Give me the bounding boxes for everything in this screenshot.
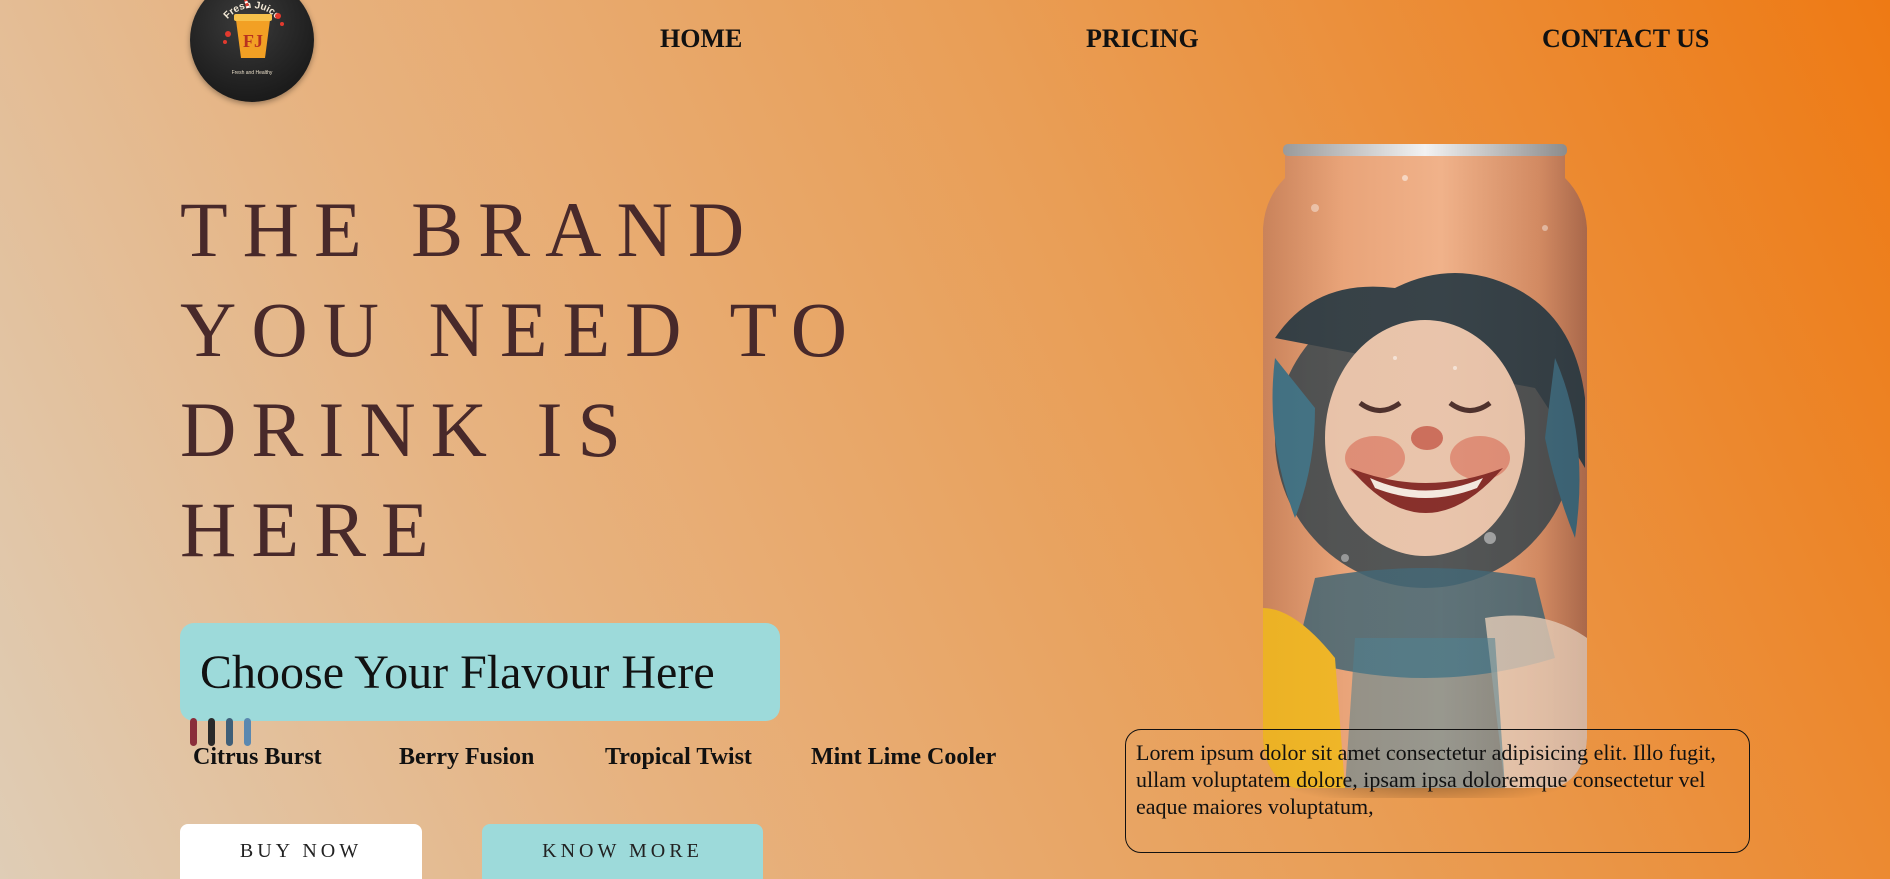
nav-home-link[interactable]: HOME — [660, 24, 742, 54]
buy-now-button[interactable]: BUY NOW — [180, 824, 422, 879]
drink-can-illustration — [1263, 144, 1587, 806]
product-description: Lorem ipsum dolor sit amet consectetur a… — [1125, 729, 1750, 853]
hero-title-line: DRINK IS — [180, 386, 636, 473]
hero-title-line: HERE — [180, 486, 444, 573]
juice-cup-icon: Fresh Juice FJ Fresh and Healthy — [222, 0, 284, 76]
product-can-image — [1255, 138, 1595, 806]
flavour-option-mint[interactable]: Mint Lime Cooler — [811, 744, 996, 771]
flavour-option-tropical[interactable]: Tropical Twist — [605, 744, 752, 771]
swatch-berry[interactable] — [208, 718, 215, 746]
nav-pricing-link[interactable]: PRICING — [1086, 24, 1199, 54]
hero-title-line: THE BRAND — [180, 186, 760, 273]
hero-title-line: YOU NEED TO — [180, 286, 863, 373]
swatch-mint[interactable] — [244, 718, 251, 746]
logo-tagline: Fresh and Healthy — [232, 70, 273, 76]
logo-monogram: FJ — [243, 31, 263, 51]
flavour-heading: Choose Your Flavour Here — [200, 645, 715, 699]
flavour-heading-box: Choose Your Flavour Here — [180, 623, 780, 721]
flavour-swatches — [190, 718, 251, 746]
know-more-button[interactable]: KNOW MORE — [482, 824, 763, 879]
swatch-tropical[interactable] — [226, 718, 233, 746]
nav-contact-link[interactable]: CONTACT US — [1542, 24, 1709, 54]
product-description-text: Lorem ipsum dolor sit amet consectetur a… — [1136, 740, 1716, 819]
brand-logo[interactable]: Fresh Juice FJ Fresh and Healthy — [190, 0, 314, 102]
flavour-option-berry[interactable]: Berry Fusion — [399, 744, 534, 771]
hero-title: THE BRAND YOU NEED TO DRINK IS HERE — [180, 180, 940, 580]
flavour-option-citrus[interactable]: Citrus Burst — [193, 744, 322, 771]
swatch-citrus[interactable] — [190, 718, 197, 746]
